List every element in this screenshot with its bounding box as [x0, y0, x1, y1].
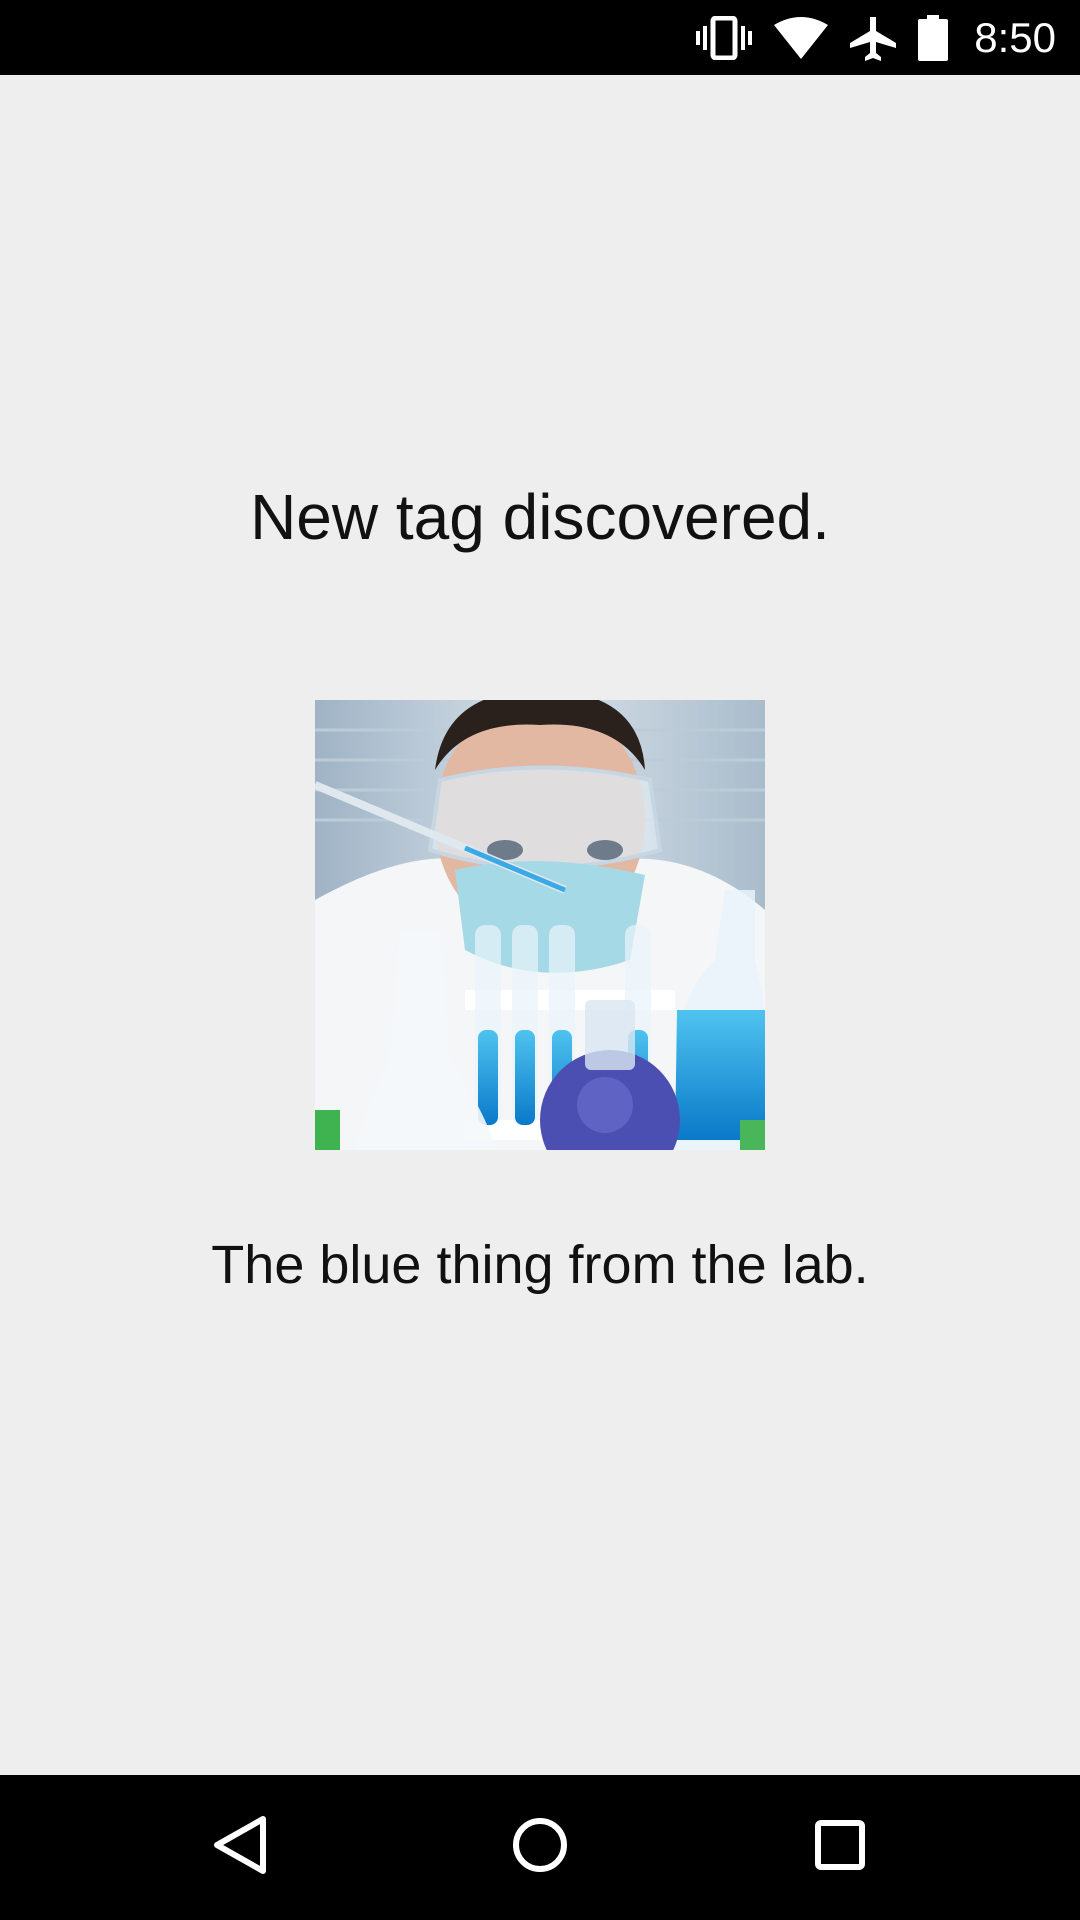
clock: 8:50	[974, 13, 1056, 61]
back-button[interactable]	[170, 1775, 310, 1920]
navigation-bar	[0, 1775, 1080, 1920]
recents-icon	[814, 1819, 866, 1876]
vibrate-icon	[696, 15, 753, 60]
tag-discovered-screen: New tag discovered. The blue thing from …	[0, 75, 1080, 1775]
back-icon	[211, 1815, 269, 1880]
page-title: New tag discovered.	[250, 481, 830, 553]
recents-button[interactable]	[770, 1775, 910, 1920]
status-icons: 8:50	[696, 0, 1056, 75]
tag-caption: The blue thing from the lab.	[211, 1235, 869, 1295]
home-button[interactable]	[470, 1775, 610, 1920]
airplane-mode-icon	[850, 15, 897, 61]
home-icon	[512, 1817, 568, 1878]
status-bar: 8:50	[0, 0, 1080, 75]
battery-icon	[918, 14, 949, 61]
tag-image	[315, 700, 765, 1150]
wifi-icon	[774, 16, 829, 59]
